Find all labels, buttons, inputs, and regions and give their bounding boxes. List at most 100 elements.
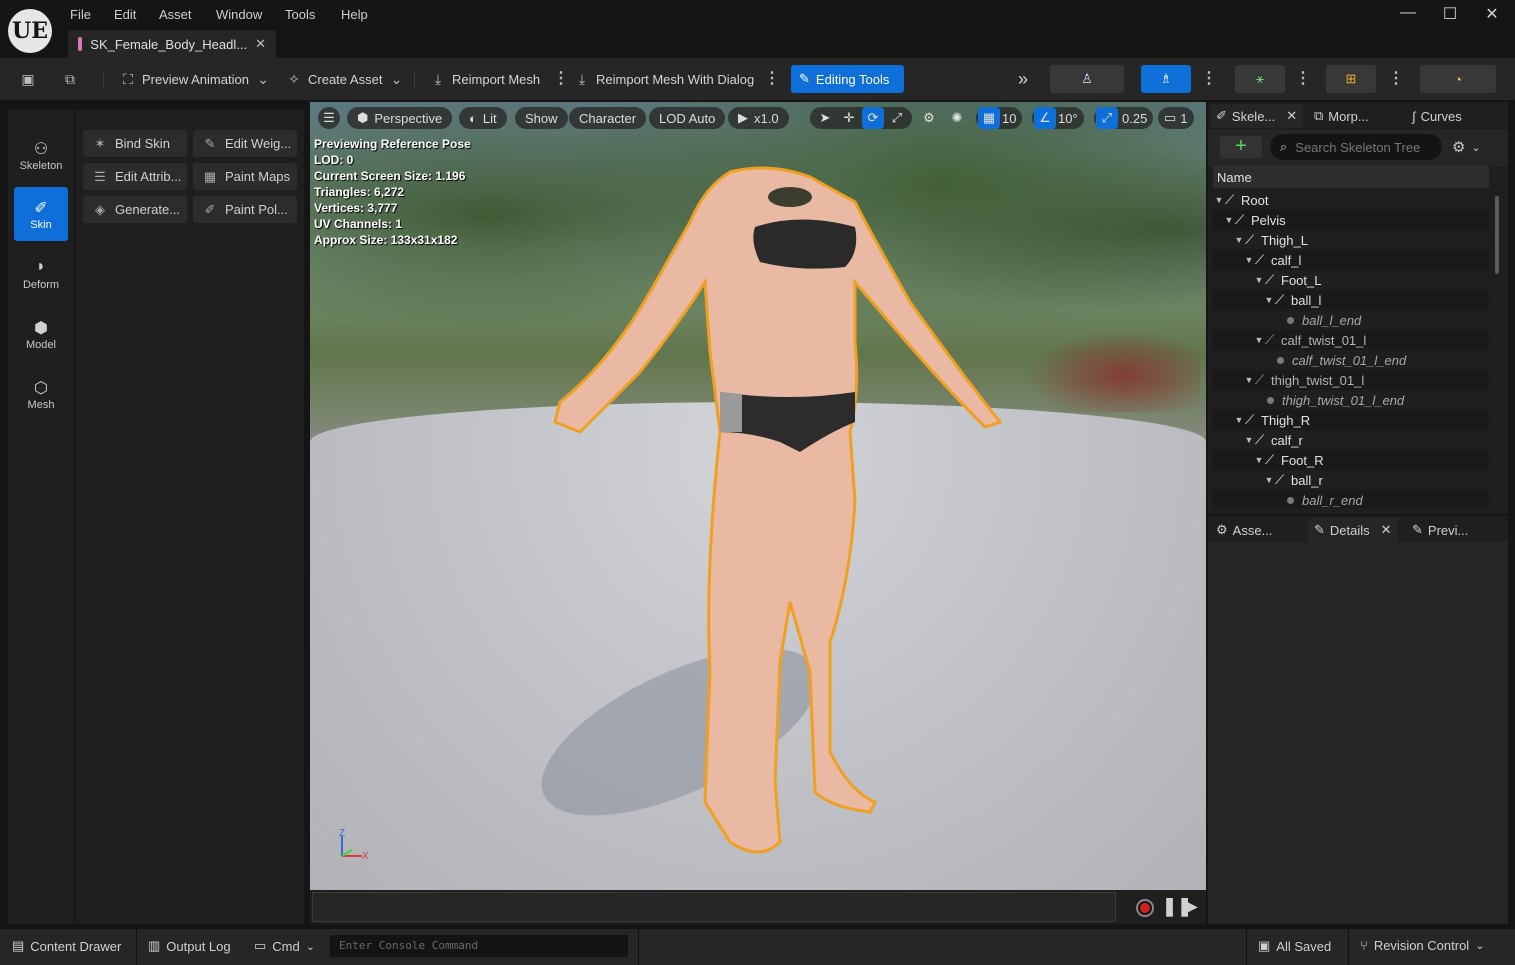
menu-asset[interactable]: Asset bbox=[159, 7, 192, 22]
menu-tools[interactable]: Tools bbox=[285, 7, 315, 22]
tab-preview-settings[interactable]: ✎ Previ... bbox=[1406, 518, 1474, 542]
mesh-mode-button[interactable]: ♗ bbox=[1141, 65, 1191, 93]
tree-row-foot-r[interactable]: ▼ ⟋ Foot_R bbox=[1213, 450, 1489, 470]
mode-skin[interactable]: ✐ Skin bbox=[14, 187, 68, 241]
menu-edit[interactable]: Edit bbox=[114, 7, 136, 22]
camera-speed-button[interactable]: ▭ 1 bbox=[1158, 107, 1194, 129]
menu-help[interactable]: Help bbox=[341, 7, 368, 22]
save-button[interactable]: ▣ bbox=[14, 64, 42, 94]
console-input[interactable]: Enter Console Command bbox=[330, 935, 628, 957]
tree-row-thigh-twist-l-end[interactable]: thigh_twist_01_l_end bbox=[1213, 390, 1489, 410]
tab-skeleton-tree[interactable]: ✐ Skele... ✕ bbox=[1210, 104, 1304, 128]
close-tab-icon[interactable]: ✕ bbox=[255, 36, 266, 52]
viewport[interactable]: ☰ ⬢ Perspective ◐ Lit Show Character LOD A… bbox=[310, 102, 1206, 890]
edit-weights-button[interactable]: ✎ Edit Weig... bbox=[193, 130, 297, 157]
all-saved-button[interactable]: ▣ All Saved bbox=[1258, 938, 1331, 954]
snap-surface-icon[interactable]: ✺ bbox=[946, 107, 968, 129]
animation-mode-button[interactable]: ⚹ bbox=[1235, 65, 1285, 93]
document-tab[interactable]: SK_Female_Body_Headl... ✕ bbox=[68, 30, 276, 58]
expand-arrow-icon[interactable]: ▼ bbox=[1253, 275, 1265, 285]
tree-row-pelvis[interactable]: ▼ ⟋ Pelvis bbox=[1213, 210, 1489, 230]
skeleton-mode-button[interactable]: ♙ bbox=[1050, 65, 1124, 93]
skeleton-settings-button[interactable]: ⚙ ⌄ bbox=[1452, 136, 1492, 158]
blueprint-options-icon[interactable]: ⋮ bbox=[1388, 68, 1404, 88]
grid-snap-button[interactable]: ▦ 10 bbox=[976, 107, 1023, 129]
cmd-button[interactable]: ▭ Cmd ⌄ bbox=[254, 938, 315, 954]
revision-control-button[interactable]: ⑂ Revision Control ⌄ bbox=[1360, 938, 1484, 953]
show-button[interactable]: Show bbox=[515, 107, 568, 129]
tree-row-ball-l[interactable]: ▼ ⟋ ball_l bbox=[1213, 290, 1489, 310]
expand-arrow-icon[interactable]: ▼ bbox=[1243, 255, 1255, 265]
lod-button[interactable]: LOD Auto bbox=[649, 107, 726, 129]
content-drawer-button[interactable]: ▤ Content Drawer bbox=[12, 938, 121, 954]
tree-row-thigh-l[interactable]: ▼ ⟋ Thigh_L bbox=[1213, 230, 1489, 250]
expand-arrow-icon[interactable]: ▼ bbox=[1243, 435, 1255, 445]
expand-arrow-icon[interactable]: ▼ bbox=[1263, 295, 1275, 305]
close-tab-icon[interactable]: ✕ bbox=[1286, 108, 1297, 124]
unreal-logo[interactable]: UE bbox=[8, 9, 52, 53]
tree-row-calf-r[interactable]: ▼ ⟋ calf_r bbox=[1213, 430, 1489, 450]
tree-row-thigh-twist-l[interactable]: ▼ ⟋ thigh_twist_01_l bbox=[1213, 370, 1489, 390]
paint-polygroups-button[interactable]: ✐ Paint Pol... bbox=[193, 196, 297, 223]
more-tools-button[interactable]: » bbox=[1012, 64, 1034, 94]
reimport-dialog-options-icon[interactable]: ⋮ bbox=[764, 68, 780, 88]
tab-curves[interactable]: ∫ Curves bbox=[1406, 104, 1468, 128]
tree-row-calf-twist-l[interactable]: ▼ ⟋ calf_twist_01_l bbox=[1213, 330, 1489, 350]
bind-skin-button[interactable]: ✶ Bind Skin bbox=[83, 130, 187, 157]
tree-row-root[interactable]: ▼ ⟋ Root bbox=[1213, 190, 1489, 210]
expand-arrow-icon[interactable]: ▼ bbox=[1263, 475, 1275, 485]
reimport-mesh-button[interactable]: ⤓ Reimport Mesh bbox=[424, 64, 546, 94]
expand-arrow-icon[interactable]: ▼ bbox=[1223, 215, 1235, 225]
minimize-icon[interactable]: — bbox=[1398, 4, 1418, 24]
bone-select-icon[interactable]: ⚙ bbox=[918, 107, 940, 129]
tree-row-calf-twist-l-end[interactable]: calf_twist_01_l_end bbox=[1213, 350, 1489, 370]
menu-window[interactable]: Window bbox=[216, 7, 262, 22]
expand-arrow-icon[interactable]: ▼ bbox=[1253, 335, 1265, 345]
mode-options-icon[interactable]: ⋮ bbox=[1201, 68, 1217, 88]
close-icon[interactable]: ✕ bbox=[1482, 4, 1502, 24]
output-log-button[interactable]: ▥ Output Log bbox=[148, 938, 231, 954]
tree-scrollbar[interactable] bbox=[1495, 196, 1499, 274]
add-socket-button[interactable]: + bbox=[1220, 136, 1262, 158]
editing-tools-button[interactable]: ✎ Editing Tools bbox=[791, 65, 904, 93]
animation-options-icon[interactable]: ⋮ bbox=[1295, 68, 1311, 88]
physics-mode-button[interactable]: ◔ bbox=[1420, 65, 1496, 93]
tree-row-foot-l[interactable]: ▼ ⟋ Foot_L bbox=[1213, 270, 1489, 290]
blueprint-mode-button[interactable]: ⊞ bbox=[1326, 65, 1376, 93]
select-icon[interactable]: ➤ bbox=[814, 107, 836, 129]
viewport-menu-button[interactable]: ☰ bbox=[318, 107, 340, 129]
tree-row-ball-r[interactable]: ▼ ⟋ ball_r bbox=[1213, 470, 1489, 490]
tree-row-calf-l[interactable]: ▼ ⟋ calf_l bbox=[1213, 250, 1489, 270]
mode-mesh[interactable]: ⬡ Mesh bbox=[14, 367, 68, 421]
rotation-snap-button[interactable]: ∠ 10° bbox=[1032, 107, 1084, 129]
mode-deform[interactable]: ◗ Deform bbox=[14, 247, 68, 301]
tab-morph-targets[interactable]: ⧉ Morp... bbox=[1308, 104, 1375, 128]
mode-skeleton[interactable]: ⚇ Skeleton bbox=[14, 128, 68, 182]
skeleton-search-input[interactable]: ⌕ Search Skeleton Tree bbox=[1270, 134, 1442, 160]
scale-icon[interactable]: ⤢ bbox=[886, 107, 908, 129]
expand-arrow-icon[interactable]: ▼ bbox=[1213, 195, 1225, 205]
menu-file[interactable]: File bbox=[70, 7, 91, 22]
expand-arrow-icon[interactable]: ▼ bbox=[1233, 415, 1245, 425]
reimport-dialog-button[interactable]: ⤓ Reimport Mesh With Dialog bbox=[568, 64, 760, 94]
paint-maps-button[interactable]: ▦ Paint Maps bbox=[193, 163, 297, 190]
generate-button[interactable]: ◈ Generate... bbox=[83, 196, 187, 223]
create-asset-button[interactable]: ✧ Create Asset ⌄ bbox=[280, 64, 410, 94]
expand-arrow-icon[interactable]: ▼ bbox=[1253, 455, 1265, 465]
character-button[interactable]: Character bbox=[569, 107, 647, 129]
preview-animation-button[interactable]: ⛶ Preview Animation ⌄ bbox=[114, 64, 277, 94]
step-forward-icon[interactable]: ▶ bbox=[1184, 896, 1198, 917]
close-tab-icon[interactable]: ✕ bbox=[1381, 522, 1392, 538]
lit-button[interactable]: ◐ Lit bbox=[459, 107, 507, 129]
browse-asset-button[interactable]: ⧉ bbox=[56, 64, 84, 94]
tree-row-thigh-r[interactable]: ▼ ⟋ Thigh_R bbox=[1213, 410, 1489, 430]
record-button[interactable] bbox=[1136, 899, 1154, 917]
perspective-button[interactable]: ⬢ Perspective bbox=[347, 107, 453, 129]
tree-row-ball-l-end[interactable]: ball_l_end bbox=[1213, 310, 1489, 330]
reimport-options-icon[interactable]: ⋮ bbox=[553, 68, 569, 88]
scale-snap-button[interactable]: ⤢ 0.25 bbox=[1094, 107, 1154, 129]
edit-attributes-button[interactable]: ☰ Edit Attrib... bbox=[83, 163, 187, 190]
tab-details[interactable]: ✎ Details ✕ bbox=[1308, 518, 1398, 542]
translate-icon[interactable]: ✛ bbox=[838, 107, 860, 129]
maximize-icon[interactable]: ☐ bbox=[1440, 4, 1460, 24]
